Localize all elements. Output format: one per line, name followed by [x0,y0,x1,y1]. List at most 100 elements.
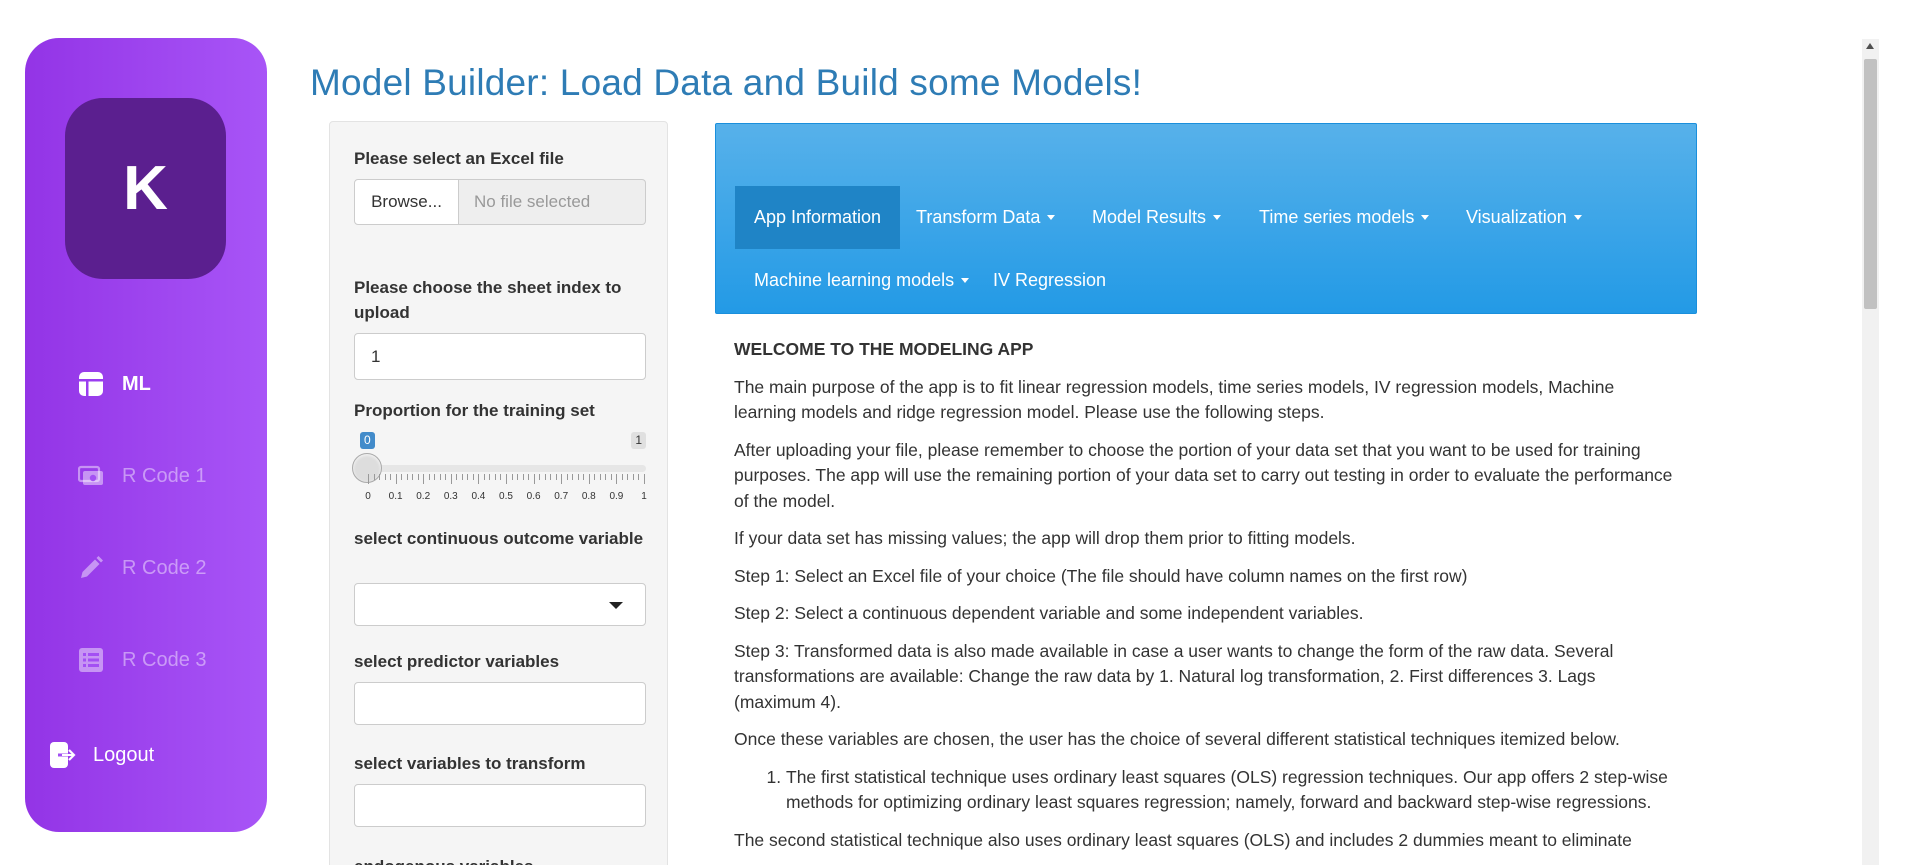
slider-tick [616,474,618,484]
slider-tick [390,474,392,480]
endogenous-label: endogenous variables [354,854,654,865]
paragraph: Once these variables are chosen, the use… [734,729,1620,749]
slider-tick [588,474,590,484]
slider-tick [561,474,563,484]
slider-tick [500,474,502,480]
slider-tick [379,474,381,480]
slider-track[interactable] [366,465,646,472]
transform-label: select variables to transform [354,754,586,773]
slider-tick [494,474,496,480]
slider-tick [483,474,485,480]
caret-down-icon [1213,215,1222,220]
logout-icon [49,741,77,769]
input-panel: Please select an Excel file Browse... No… [329,121,668,865]
caret-down-icon [1047,215,1056,220]
tab-label: Machine learning models [754,270,955,290]
page-scrollbar[interactable] [1862,39,1879,865]
paragraph: The main purpose of the app is to fit li… [734,376,1615,423]
slider-tick [517,474,519,480]
slider-tick [621,474,623,480]
technique-list: The first statistical technique uses ord… [786,765,1679,816]
paragraph: The second statistical technique also us… [734,829,1632,850]
slider-tick-label: 0.8 [581,491,596,502]
slider-ticks: 0 0.1 0.2 0.3 0.4 0.5 0.6 0.7 0.8 0.9 1 [354,474,647,504]
tab-label: App Information [754,207,882,227]
file-name-field[interactable]: No file selected [459,179,646,225]
tab-label: IV Regression [993,270,1107,290]
sidebar-item-ml[interactable]: ML [78,371,151,397]
slider-tick [566,474,568,480]
tab-app-information[interactable]: App Information [735,186,901,249]
page-title: Model Builder: Load Data and Build some … [310,62,1143,103]
scroll-up-icon[interactable] [1866,43,1874,49]
list-alt-icon [78,647,104,673]
paragraph: Step 1: Select an Excel file of your cho… [734,565,1468,586]
slider-tick-label: 0.1 [388,491,403,502]
outcome-select[interactable] [354,583,646,626]
sidebar-item-r-code-1[interactable]: R Code 1 [78,463,207,489]
sheet-label: Please choose the sheet index to upload [354,278,622,322]
slider-tick [439,474,441,480]
slider-tick [572,474,574,480]
slider-tick [533,474,535,484]
sidebar-item-label: ML [122,372,151,395]
caret-down-icon [1421,215,1430,220]
outcome-label: select continuous outcome variable [354,529,644,548]
slider-tick-label: 0.9 [609,491,624,502]
slider-tick [417,474,419,480]
slider-tick [445,474,447,480]
slider-tick [627,474,629,480]
welcome-heading: WELCOME TO THE MODELING APP [734,339,1034,359]
slider-tick [472,474,474,480]
tab-label: Transform Data [916,207,1041,227]
tab-visualization[interactable]: Visualization [1447,186,1601,249]
slider-tick [522,474,524,480]
paragraph: If your data set has missing values; the… [734,528,1356,548]
sheet-index-input[interactable]: 1 [354,333,646,380]
slider-tick [528,474,530,480]
slider-tick [605,474,607,480]
predictor-input[interactable] [354,682,646,725]
training-proportion-slider[interactable]: 0 1 0 0.1 0.2 0.3 0.4 0.5 0.6 0.7 0.8 0.9 1 [352,432,647,504]
slider-tick [478,474,480,484]
slider-tick-label: 0.4 [471,491,486,502]
browse-button[interactable]: Browse... [354,179,459,225]
logout-button[interactable]: Logout [49,741,154,769]
slider-tick [428,474,430,480]
slider-tick [599,474,601,480]
slider-tick [583,474,585,480]
paragraph: Step 2: Select a continuous dependent va… [734,603,1364,623]
sidebar-item-label: R Code 2 [122,556,207,579]
predictor-label: select predictor variables [354,652,560,671]
slider-min-label: 0 [360,432,375,449]
slider-tick [506,474,507,484]
avatar-letter: K [123,154,168,223]
tab-model-results[interactable]: Model Results [1073,186,1240,249]
tab-time-series-models[interactable]: Time series models [1240,186,1448,249]
tab-machine-learning-models[interactable]: Machine learning models [735,249,988,312]
sidebar-item-r-code-2[interactable]: R Code 2 [78,555,207,581]
slider-tick [594,474,596,480]
slider-tick [368,474,369,484]
slider-tick [406,474,408,480]
scroll-thumb[interactable] [1864,59,1877,309]
tab-iv-regression[interactable]: IV Regression [974,249,1125,312]
slider-tick-label: 1 [641,491,647,502]
tab-label: Model Results [1092,207,1207,227]
file-label: Please select an Excel file [354,149,564,168]
sidebar-item-label: R Code 3 [122,648,207,671]
list-item: The first statistical technique uses ord… [786,765,1679,816]
slider-tick [644,474,645,484]
slider-tick [555,474,557,480]
slider-tick [610,474,612,480]
sidebar-item-r-code-3[interactable]: R Code 3 [78,647,207,673]
slider-max-label: 1 [631,432,646,449]
slider-tick [550,474,552,480]
slider-tick [423,474,425,484]
slider-tick [384,474,386,480]
transform-input[interactable] [354,784,646,827]
slider-tick [373,474,375,480]
tab-transform-data[interactable]: Transform Data [897,186,1074,249]
caret-down-icon [1573,215,1582,220]
table-icon [78,371,104,397]
